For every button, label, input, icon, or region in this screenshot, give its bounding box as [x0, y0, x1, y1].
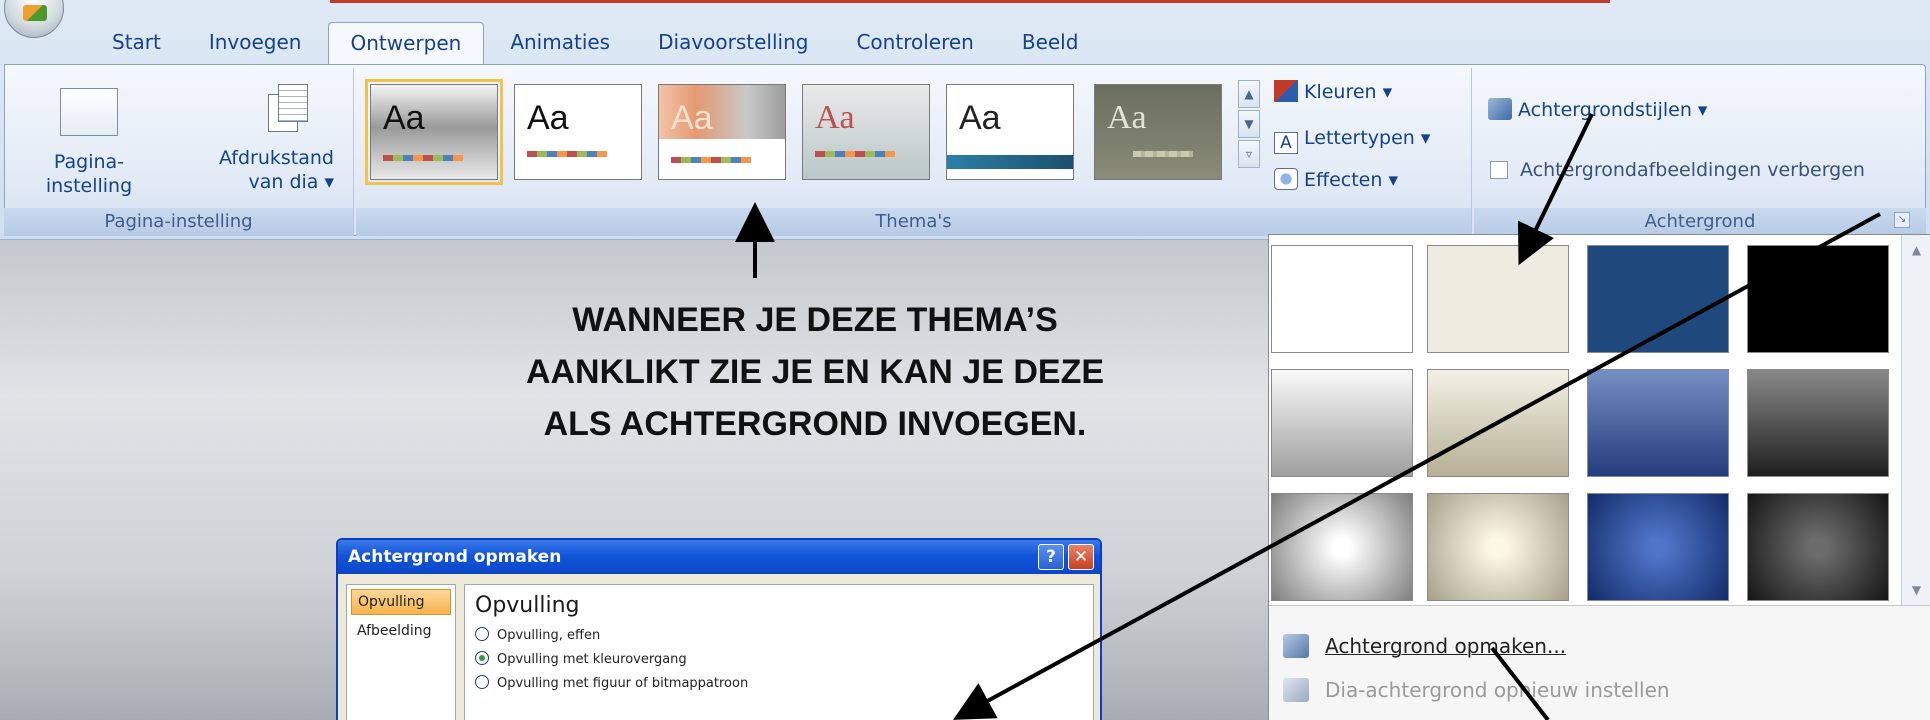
theme-thumbnail-2[interactable]: Aa — [514, 84, 642, 180]
theme-thumbnail-6[interactable]: Aa — [1094, 84, 1222, 180]
hide-background-checkbox-box[interactable] — [1490, 161, 1508, 179]
fill-picture-option[interactable]: Opvulling met figuur of bitmappatroon — [475, 672, 1083, 696]
group-achtergrond: Achtergrond — [1474, 68, 1926, 236]
bg-style-9[interactable] — [1271, 493, 1413, 601]
reset-slide-icon — [1283, 678, 1309, 702]
fill-gradient-option[interactable]: Opvulling met kleurovergang — [475, 648, 1083, 672]
effects-icon — [1274, 168, 1298, 190]
hide-background-graphics-checkbox[interactable]: Achtergrondafbeeldingen verbergen — [1490, 156, 1865, 184]
format-background-menu-item[interactable]: Achtergrond opmaken... — [1269, 626, 1930, 666]
theme-effects-button[interactable]: Effecten ▾ — [1274, 166, 1398, 194]
group-label-achtergrond: Achtergrond — [1474, 208, 1926, 236]
page-setup-button[interactable]: Pagina-instelling — [14, 88, 164, 198]
colors-icon — [1274, 80, 1298, 102]
slide-orientation-button[interactable]: Afdrukstand van dia ▾ — [204, 84, 334, 194]
nav-afbeelding[interactable]: Afbeelding — [351, 619, 451, 643]
background-styles-gallery: ▲ ▼ Achtergrond opmaken... Dia-achtergro… — [1268, 234, 1930, 720]
group-label-pagina-instelling: Pagina-instelling — [4, 208, 353, 236]
fonts-icon: A — [1274, 132, 1298, 154]
radio-gradient[interactable] — [475, 651, 489, 665]
theme-fonts-button[interactable]: A Lettertypen ▾ — [1274, 124, 1430, 154]
callout-line-1: WANNEER JE DEZE THEMA’S — [572, 301, 1058, 339]
bg-style-5[interactable] — [1271, 369, 1413, 477]
tab-controleren[interactable]: Controleren — [834, 22, 995, 64]
orientation-label-line1: Afdrukstand — [218, 147, 334, 169]
bg-style-3[interactable] — [1587, 245, 1729, 353]
radio-picture[interactable] — [475, 675, 489, 689]
dialog-nav: Opvulling Afbeelding — [346, 584, 456, 720]
theme-thumbnail-3[interactable]: Aa — [658, 84, 786, 180]
gallery-menu: Achtergrond opmaken... Dia-achtergrond o… — [1269, 605, 1930, 720]
fill-solid-option[interactable]: Opvulling, effen — [475, 624, 1083, 648]
group-pagina-instelling: Pagina-instelling Afdrukstand van dia ▾ … — [4, 68, 354, 236]
tab-invoegen[interactable]: Invoegen — [187, 22, 324, 64]
page-setup-label: Pagina-instelling — [45, 151, 133, 197]
paint-bucket-icon — [1283, 634, 1309, 658]
theme-gallery-expand[interactable]: ▿ — [1238, 140, 1260, 168]
theme-colors-button[interactable]: Kleuren ▾ — [1274, 78, 1392, 106]
callout-line-2: AANKLIKT ZIE JE EN KAN JE DEZE — [525, 353, 1105, 391]
top-title-strip — [330, 0, 1610, 3]
tab-beeld[interactable]: Beeld — [1000, 22, 1101, 64]
bg-style-1[interactable] — [1271, 245, 1413, 353]
radio-solid[interactable] — [475, 627, 489, 641]
format-background-dialog: Achtergrond opmaken ? ✕ Opvulling Afbeel… — [336, 538, 1102, 720]
bg-style-4[interactable] — [1747, 245, 1889, 353]
theme-scroll-up[interactable]: ▲ — [1238, 80, 1260, 108]
tab-start[interactable]: Start — [90, 22, 183, 64]
reset-background-menu-item[interactable]: Dia-achtergrond opnieuw instellen — [1269, 670, 1930, 710]
theme-scroll-down[interactable]: ▼ — [1238, 110, 1260, 138]
theme-thumbnail-4[interactable]: Aa — [802, 84, 930, 180]
tab-animaties[interactable]: Animaties — [488, 22, 632, 64]
background-styles-button[interactable]: Achtergrondstijlen ▾ — [1488, 96, 1707, 124]
background-dialog-launcher[interactable]: ↘ — [1894, 212, 1910, 228]
bg-style-8[interactable] — [1747, 369, 1889, 477]
office-button[interactable] — [4, 0, 64, 38]
dialog-section-heading: Opvulling — [475, 593, 580, 618]
bg-style-10[interactable] — [1427, 493, 1569, 601]
page-setup-icon — [60, 88, 118, 136]
bg-style-2[interactable] — [1427, 245, 1569, 353]
help-icon[interactable]: ? — [1038, 544, 1064, 570]
bg-style-6[interactable] — [1427, 369, 1569, 477]
group-label-themas: Thema's — [356, 208, 1471, 236]
slide-orientation-icon — [268, 84, 308, 134]
bg-style-11[interactable] — [1587, 493, 1729, 601]
instruction-callout: WANNEER JE DEZE THEMA’S AANKLIKT ZIE JE … — [430, 294, 1200, 450]
dialog-body: Opvulling Opvulling, effen Opvulling met… — [464, 584, 1094, 720]
paint-bucket-icon — [1488, 98, 1512, 120]
theme-thumbnail-5[interactable]: Aa — [946, 84, 1074, 180]
nav-opvulling[interactable]: Opvulling — [351, 589, 451, 615]
bg-style-12[interactable] — [1747, 493, 1889, 601]
close-icon[interactable]: ✕ — [1068, 544, 1094, 570]
dialog-titlebar: Achtergrond opmaken — [338, 540, 1100, 574]
orientation-label-line2: van dia ▾ — [248, 171, 334, 193]
theme-thumbnail-1[interactable]: Aa — [365, 79, 503, 185]
bg-style-7[interactable] — [1587, 369, 1729, 477]
gallery-scrollbar[interactable]: ▲ ▼ — [1901, 235, 1930, 605]
callout-line-3: ALS ACHTERGROND INVOEGEN. — [543, 405, 1087, 443]
ribbon: Start Invoegen Ontwerpen Animaties Diavo… — [0, 0, 1930, 240]
ribbon-tabs: Start Invoegen Ontwerpen Animaties Diavo… — [90, 22, 1104, 66]
tab-diavoorstelling[interactable]: Diavoorstelling — [636, 22, 830, 64]
office-logo-icon — [23, 5, 47, 21]
tab-ontwerpen[interactable]: Ontwerpen — [327, 22, 485, 66]
